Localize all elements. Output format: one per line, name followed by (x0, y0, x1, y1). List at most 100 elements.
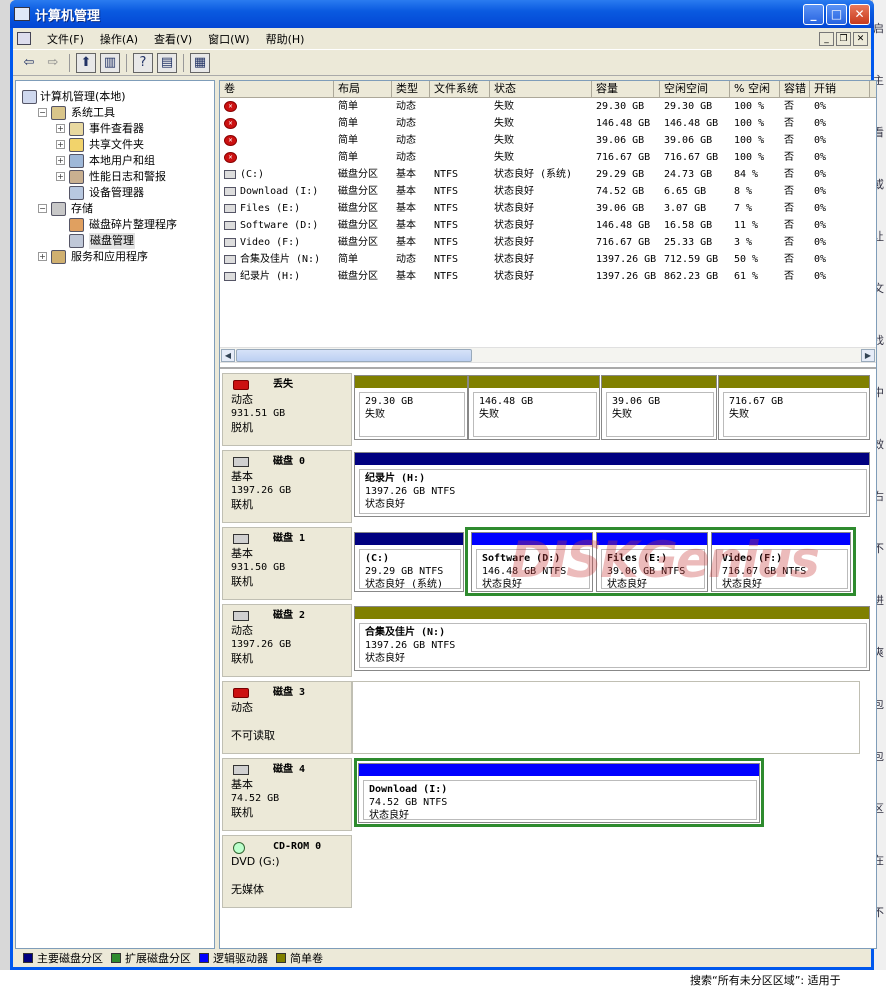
tree-item-performance[interactable]: + 性能日志和警报 (16, 169, 214, 185)
partition-block[interactable]: Files (E:) 39.06 GB NTFS 状态良好 (596, 532, 708, 592)
expand-toggle-icon[interactable]: + (56, 124, 65, 133)
disk-label[interactable]: 磁盘 2 动态 1397.26 GB 联机 (222, 604, 352, 677)
volume-row[interactable]: ✕ 简单 动态 失败 39.06 GB 39.06 GB 100 % 否 0% (220, 132, 876, 149)
tree-item-event-viewer[interactable]: + 事件查看器 (16, 121, 214, 137)
expand-toggle-icon[interactable]: + (38, 252, 47, 261)
title-bar[interactable]: 计算机管理 _ □ ✕ (10, 0, 874, 28)
menu-help[interactable]: 帮助(H) (258, 31, 313, 47)
disk-label[interactable]: CD-ROM 0 DVD (G:) 无媒体 (222, 835, 352, 908)
partition-block[interactable]: Video (F:) 716.67 GB NTFS 状态良好 (711, 532, 851, 592)
system-menu-icon[interactable] (17, 32, 31, 45)
partition-block[interactable]: 146.48 GB 失败 (468, 375, 600, 440)
volume-cell: 简单 (334, 98, 392, 115)
expand-toggle-icon[interactable]: + (56, 172, 65, 181)
volume-cell-text: 39.06 GB (596, 203, 645, 214)
column-header[interactable]: 布局 (334, 81, 392, 97)
partition-block[interactable]: 合集及佳片 (N:) 1397.26 GB NTFS 状态良好 (354, 606, 870, 671)
disk-label[interactable]: 磁盘 3 动态 不可读取 (222, 681, 352, 754)
menu-view[interactable]: 查看(V) (146, 31, 200, 47)
partition-color-bar (712, 533, 850, 545)
disk-row: 磁盘 1 基本 931.50 GB 联机 (C:) 29.29 GB NTFS 状态良好 (… (222, 527, 872, 600)
up-folder-icon[interactable]: ⬆ (76, 52, 96, 73)
tree-item-defrag[interactable]: 磁盘碎片整理程序 (16, 217, 214, 233)
forward-arrow-icon[interactable]: ⇨ (43, 53, 63, 73)
disk-partitions (352, 835, 872, 908)
legend-swatch (111, 953, 121, 963)
tree-item-disk-management[interactable]: 磁盘管理 (16, 233, 214, 249)
horizontal-scrollbar[interactable]: ◀ ▶ (220, 347, 876, 363)
volume-cell: 0% (810, 200, 870, 217)
disk-size: 74.52 GB (231, 793, 280, 804)
help-icon[interactable]: ? (133, 52, 153, 73)
volume-cell: 否 (780, 166, 810, 183)
disk-type: 基本 (231, 547, 253, 560)
tree-item-tools[interactable]: − 系统工具 (16, 105, 214, 121)
column-header[interactable]: 类型 (392, 81, 430, 97)
volume-row[interactable]: 合集及佳片 (N:) 简单 动态 NTFS 状态良好 1397.26 GB 712.59 G… (220, 251, 876, 268)
tree-item-computer[interactable]: 计算机管理(本地) (16, 89, 214, 105)
column-header[interactable]: 空闲空间 (660, 81, 730, 97)
column-header[interactable]: 容错 (780, 81, 810, 97)
volume-row[interactable]: ✕ 简单 动态 失败 716.67 GB 716.67 GB 100 % 否 0% (220, 149, 876, 166)
volume-cell-text: 否 (784, 237, 794, 248)
mdi-close-button[interactable]: ✕ (853, 31, 868, 46)
tree-item-device-manager[interactable]: 设备管理器 (16, 185, 214, 201)
column-header[interactable]: % 空闲 (730, 81, 780, 97)
disk-label[interactable]: 丢失 动态 931.51 GB 脱机 (222, 373, 352, 446)
menu-file[interactable]: 文件(F) (39, 31, 92, 47)
tree-item-label: 本地用户和组 (89, 154, 155, 167)
scroll-left-arrow[interactable]: ◀ (221, 349, 235, 362)
volume-row[interactable]: Download (I:) 磁盘分区 基本 NTFS 状态良好 74.52 GB 6.65 … (220, 183, 876, 200)
disk-label[interactable]: 磁盘 0 基本 1397.26 GB 联机 (222, 450, 352, 523)
expand-toggle-icon[interactable]: + (56, 140, 65, 149)
partition-block[interactable]: 纪录片 (H:) 1397.26 GB NTFS 状态良好 (354, 452, 870, 517)
expand-toggle-icon[interactable]: − (38, 204, 47, 213)
show-tree-icon[interactable]: ▥ (100, 52, 120, 73)
scroll-right-arrow[interactable]: ▶ (861, 349, 875, 362)
mdi-minimize-button[interactable]: _ (819, 31, 834, 46)
volume-row[interactable]: ✕ 简单 动态 失败 29.30 GB 29.30 GB 100 % 否 0% (220, 98, 876, 115)
volume-row[interactable]: 纪录片 (H:) 磁盘分区 基本 NTFS 状态良好 1397.26 GB 862.23 G… (220, 268, 876, 285)
menu-action[interactable]: 操作(A) (92, 31, 146, 47)
tree-item-services[interactable]: + 服务和应用程序 (16, 249, 214, 265)
properties-icon[interactable]: ▤ (157, 52, 177, 73)
column-header[interactable]: 卷 (220, 81, 334, 97)
tools-icon (51, 106, 66, 120)
minimize-button[interactable]: _ (803, 3, 824, 25)
volume-row[interactable]: Files (E:) 磁盘分区 基本 NTFS 状态良好 39.06 GB 3.07 GB 7… (220, 200, 876, 217)
volume-row[interactable]: ✕ 简单 动态 失败 146.48 GB 146.48 GB 100 % 否 0% (220, 115, 876, 132)
partition-block[interactable]: Software (D:) 146.48 GB NTFS 状态良好 (471, 532, 593, 592)
volume-cell: 84 % (730, 166, 780, 183)
tree-item-users[interactable]: + 本地用户和组 (16, 153, 214, 169)
column-header[interactable]: 开销 (810, 81, 870, 97)
partition-block[interactable]: 29.30 GB 失败 (354, 375, 468, 440)
partition-color-bar (472, 533, 592, 545)
partition-block[interactable]: Download (I:) 74.52 GB NTFS 状态良好 (358, 763, 760, 823)
volume-row[interactable]: (C:) 磁盘分区 基本 NTFS 状态良好 (系统) 29.29 GB 24.73 GB 8… (220, 166, 876, 183)
maximize-button[interactable]: □ (826, 3, 847, 25)
export-list-icon[interactable]: ▦ (190, 52, 210, 73)
volume-row[interactable]: Software (D:) 磁盘分区 基本 NTFS 状态良好 146.48 GB 16.5… (220, 217, 876, 234)
menu-window[interactable]: 窗口(W) (200, 31, 257, 47)
close-button[interactable]: ✕ (849, 3, 870, 25)
expand-toggle-icon[interactable]: + (56, 156, 65, 165)
tree-item-shared-folder[interactable]: + 共享文件夹 (16, 137, 214, 153)
tree-item-storage[interactable]: − 存储 (16, 201, 214, 217)
column-header[interactable]: 状态 (490, 81, 592, 97)
disk-label[interactable]: 磁盘 1 基本 931.50 GB 联机 (222, 527, 352, 600)
partition-block[interactable]: (C:) 29.29 GB NTFS 状态良好 (系统) (354, 532, 464, 592)
back-arrow-icon[interactable]: ⇦ (19, 53, 39, 73)
volume-cell: 39.06 GB (592, 200, 660, 217)
volume-cell: 16.58 GB (660, 217, 730, 234)
partition-block[interactable]: 716.67 GB 失败 (718, 375, 870, 440)
scroll-thumb[interactable] (236, 349, 472, 362)
column-header[interactable]: 容量 (592, 81, 660, 97)
expand-toggle-icon[interactable]: − (38, 108, 47, 117)
disk-label[interactable]: 磁盘 4 基本 74.52 GB 联机 (222, 758, 352, 831)
volume-cell-text: (C:) (240, 169, 265, 180)
column-header[interactable]: 文件系统 (430, 81, 490, 97)
volume-cell-text: 否 (784, 118, 794, 129)
volume-row[interactable]: Video (F:) 磁盘分区 基本 NTFS 状态良好 716.67 GB 25.33 G… (220, 234, 876, 251)
partition-block[interactable]: 39.06 GB 失败 (601, 375, 717, 440)
mdi-restore-button[interactable]: ❐ (836, 31, 851, 46)
